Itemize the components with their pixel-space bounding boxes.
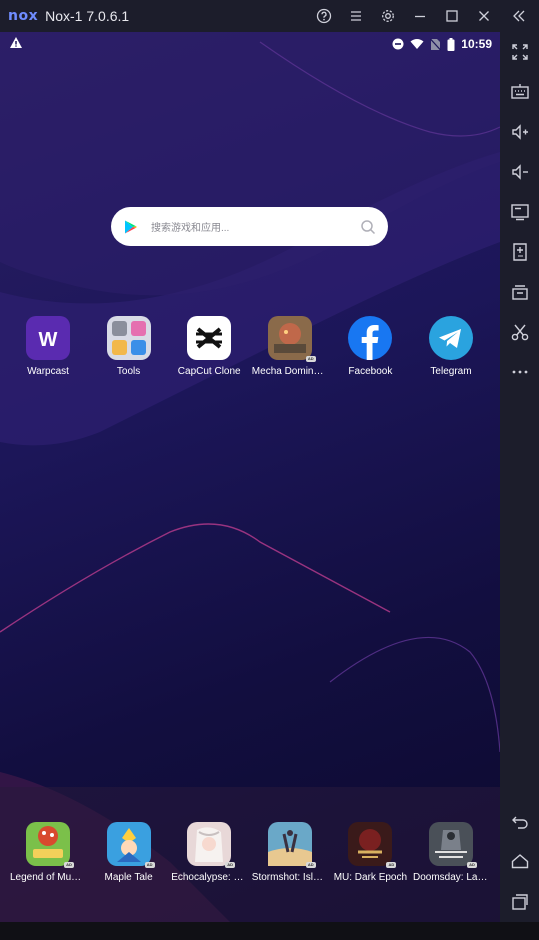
- dock: AD Legend of Mus… AD Maple Tale AD Echocalyps…: [0, 787, 500, 922]
- app-label: Facebook: [348, 366, 393, 377]
- app-telegram[interactable]: Telegram: [411, 316, 491, 377]
- svg-text:W: W: [39, 329, 58, 351]
- apk-install-icon[interactable]: [509, 241, 531, 263]
- scissors-icon[interactable]: [509, 321, 531, 343]
- maple-tale-icon: AD: [106, 822, 155, 868]
- do-not-disturb-icon: [392, 38, 404, 50]
- app-label: Legend of Mus…: [10, 872, 87, 883]
- nox-sidebar: [500, 32, 539, 922]
- warning-icon: [10, 37, 22, 48]
- ad-badge: AD: [305, 862, 316, 868]
- app-stormshot[interactable]: AD Stormshot: Isle…: [250, 822, 330, 883]
- tools-folder-icon: [106, 316, 151, 360]
- warpcast-icon: W: [26, 316, 70, 360]
- search-bar[interactable]: 搜索游戏和应用...: [111, 207, 388, 246]
- app-maple-tale[interactable]: AD Maple Tale: [89, 822, 169, 883]
- telegram-icon: [429, 316, 473, 360]
- logo-text: nox: [8, 8, 39, 24]
- app-echocalypse[interactable]: AD Echocalypse: S…: [169, 822, 249, 883]
- help-icon[interactable]: [314, 6, 334, 26]
- app-label: Maple Tale: [104, 872, 153, 883]
- app-capcut[interactable]: CapCut Clone: [169, 316, 249, 377]
- legend-of-mushroom-icon: AD: [26, 822, 74, 868]
- app-mu-dark-epoch[interactable]: AD MU: Dark Epoch: [330, 822, 410, 883]
- ad-badge: AD: [144, 862, 155, 868]
- minimize-icon[interactable]: [410, 6, 430, 26]
- stormshot-icon: AD: [267, 822, 316, 868]
- mecha-domination-icon: AD: [267, 316, 316, 362]
- no-sim-icon: [430, 38, 442, 50]
- android-screen: 10:59 搜索游戏和应用... W Warpcast Tools CapCut Cl…: [0, 32, 500, 922]
- play-store-icon: [125, 220, 137, 233]
- app-label: Warpcast: [27, 366, 69, 377]
- volume-up-icon[interactable]: [509, 121, 531, 143]
- mu-dark-epoch-icon: AD: [348, 822, 397, 868]
- ad-badge: AD: [467, 862, 477, 868]
- wifi-icon: [410, 39, 424, 49]
- app-label: MU: Dark Epoch: [333, 872, 408, 883]
- echocalypse-icon: AD: [187, 822, 236, 868]
- doomsday-icon: AD: [429, 822, 477, 868]
- app-label: Stormshot: Isle…: [251, 872, 329, 883]
- app-label: Echocalypse: S…: [171, 872, 250, 883]
- bottom-strip: [0, 922, 539, 940]
- back-icon[interactable]: [509, 811, 531, 833]
- search-placeholder: 搜索游戏和应用...: [151, 223, 230, 234]
- battery-icon: [447, 37, 455, 51]
- search-icon[interactable]: [360, 219, 376, 235]
- collapse-sidebar-icon[interactable]: [509, 6, 529, 26]
- more-icon[interactable]: [509, 361, 531, 383]
- app-label: Telegram: [430, 366, 472, 377]
- facebook-icon: [348, 316, 393, 360]
- capcut-icon: [187, 316, 232, 360]
- maximize-icon[interactable]: [442, 6, 462, 26]
- ad-badge: AD: [386, 862, 397, 868]
- close-icon[interactable]: [474, 6, 494, 26]
- app-legend-of-mushroom[interactable]: AD Legend of Mus…: [8, 822, 88, 883]
- ad-badge: AD: [64, 862, 74, 868]
- app-facebook[interactable]: Facebook: [330, 316, 410, 377]
- app-doomsday[interactable]: AD Doomsday: Las…: [411, 822, 491, 883]
- ad-badge: AD: [225, 862, 236, 868]
- fullscreen-icon[interactable]: [509, 41, 531, 63]
- home-icon[interactable]: [509, 851, 531, 873]
- volume-down-icon[interactable]: [509, 161, 531, 183]
- app-label: Mecha Domina…: [251, 366, 330, 377]
- ad-badge: AD: [305, 356, 316, 362]
- menu-icon[interactable]: [346, 6, 366, 26]
- app-label: CapCut Clone: [177, 366, 241, 377]
- nox-logo: nox: [8, 8, 38, 24]
- multi-instance-icon[interactable]: [509, 281, 531, 303]
- app-mecha-domination[interactable]: AD Mecha Domina…: [250, 316, 330, 377]
- recents-icon[interactable]: [509, 891, 531, 913]
- window-title: Nox-1 7.0.6.1: [45, 8, 130, 24]
- status-bar: 10:59: [0, 32, 500, 56]
- clock: 10:59: [461, 37, 492, 51]
- app-label: Doomsday: Las…: [413, 872, 491, 883]
- keyboard-icon[interactable]: [509, 81, 531, 103]
- app-tools-folder[interactable]: Tools: [89, 316, 169, 377]
- settings-icon[interactable]: [378, 6, 398, 26]
- title-bar: nox Nox-1 7.0.6.1: [0, 0, 539, 32]
- screen-icon[interactable]: [509, 201, 531, 223]
- app-label: Tools: [116, 366, 141, 377]
- app-warpcast[interactable]: W Warpcast: [8, 316, 88, 377]
